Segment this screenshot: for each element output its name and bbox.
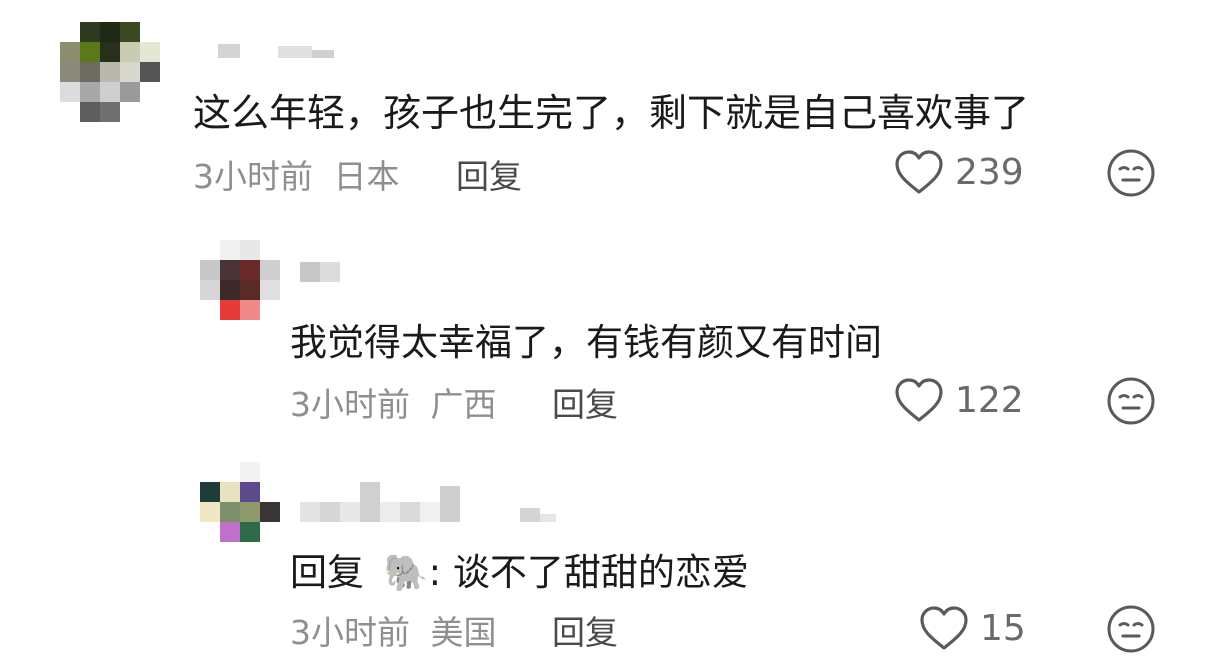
comment-location: 美国	[430, 613, 497, 652]
heart-icon	[893, 376, 945, 424]
avatar-pixel	[100, 82, 120, 102]
avatar-pixel	[200, 482, 220, 502]
avatar-pixel	[240, 462, 260, 482]
heart-icon	[918, 604, 970, 652]
avatar-pixel	[120, 42, 140, 62]
like-count: 15	[980, 607, 1026, 649]
heart-icon	[893, 148, 945, 196]
avatar-pixel	[200, 300, 220, 320]
avatar-pixel	[80, 62, 100, 82]
avatar-pixel	[140, 22, 160, 42]
avatar-pixel	[260, 300, 280, 320]
avatar-pixel	[100, 22, 120, 42]
avatar-pixel	[200, 502, 220, 522]
avatar-pixel	[80, 82, 100, 102]
comment-time: 3小时前	[193, 157, 313, 196]
avatar-pixel	[60, 22, 80, 42]
avatar-pixel	[260, 482, 280, 502]
avatar[interactable]	[200, 240, 280, 320]
avatar-pixel	[120, 62, 140, 82]
unamused-face-icon	[1107, 377, 1155, 425]
avatar-pixel	[100, 62, 120, 82]
like-button[interactable]: 15	[918, 604, 1026, 652]
avatar-pixel	[120, 82, 140, 102]
avatar-pixel	[80, 42, 100, 62]
comment-text: 回复 🐘: 谈不了甜甜的恋爱	[290, 542, 749, 596]
avatar-pixel	[200, 522, 220, 542]
avatar-pixel	[200, 260, 220, 280]
avatar[interactable]	[60, 22, 160, 122]
elephant-icon[interactable]: 🐘	[384, 552, 429, 594]
avatar-pixel	[220, 280, 240, 300]
avatar-pixel	[220, 260, 240, 280]
avatar-pixel	[260, 522, 280, 542]
avatar-pixel	[240, 240, 260, 260]
avatar-pixel	[240, 260, 260, 280]
like-button[interactable]: 239	[893, 148, 1024, 196]
avatar-pixel	[140, 82, 160, 102]
avatar-pixel	[200, 240, 220, 260]
avatar-pixel	[120, 22, 140, 42]
like-count: 122	[955, 379, 1024, 421]
avatar-pixel	[220, 300, 240, 320]
avatar-pixel	[60, 102, 80, 122]
avatar-pixel	[140, 102, 160, 122]
avatar-pixel	[140, 62, 160, 82]
username-blurred[interactable]	[218, 38, 334, 58]
comment-meta: 3小时前 美国	[290, 606, 497, 654]
dislike-button[interactable]	[1106, 604, 1156, 654]
avatar-pixel	[220, 482, 240, 502]
comment-time: 3小时前	[290, 385, 410, 424]
reply-button[interactable]: 回复	[552, 606, 618, 654]
comment-text: 这么年轻，孩子也生完了，剩下就是自己喜欢事了	[193, 91, 1030, 135]
avatar-pixel	[80, 102, 100, 122]
reply-button[interactable]: 回复	[456, 150, 522, 198]
avatar-pixel	[220, 522, 240, 542]
avatar-pixel	[240, 300, 260, 320]
avatar-pixel	[220, 462, 240, 482]
avatar-pixel	[60, 42, 80, 62]
like-count: 239	[955, 151, 1024, 193]
avatar-pixel	[240, 482, 260, 502]
comment-location: 日本	[333, 157, 400, 196]
avatar-pixel	[220, 502, 240, 522]
like-button[interactable]: 122	[893, 376, 1024, 424]
avatar-pixel	[80, 22, 100, 42]
avatar-pixel	[260, 462, 280, 482]
avatar[interactable]	[200, 462, 280, 542]
comment-meta: 3小时前 广西	[290, 378, 497, 426]
avatar-pixel	[220, 240, 240, 260]
dislike-button[interactable]	[1106, 376, 1156, 426]
unamused-face-icon	[1107, 149, 1155, 197]
avatar-pixel	[200, 280, 220, 300]
comment-time: 3小时前	[290, 613, 410, 652]
avatar-pixel	[260, 260, 280, 280]
avatar-pixel	[240, 502, 260, 522]
avatar-pixel	[200, 462, 220, 482]
comment-text: 我觉得太幸福了，有钱有颜又有时间	[290, 321, 882, 364]
username-blurred[interactable]	[300, 262, 340, 282]
comment-meta: 3小时前 日本	[193, 150, 400, 198]
avatar-pixel	[140, 42, 160, 62]
avatar-pixel	[260, 240, 280, 260]
avatar-pixel	[100, 102, 120, 122]
avatar-pixel	[240, 522, 260, 542]
avatar-pixel	[260, 280, 280, 300]
reply-prefix: 回复	[290, 551, 364, 594]
unamused-face-icon	[1107, 605, 1155, 653]
avatar-pixel	[60, 62, 80, 82]
comment-location: 广西	[430, 385, 497, 424]
avatar-pixel	[120, 102, 140, 122]
username-blurred[interactable]	[300, 482, 556, 522]
avatar-pixel	[60, 82, 80, 102]
reply-text: : 谈不了甜甜的恋爱	[428, 551, 749, 594]
dislike-button[interactable]	[1106, 148, 1156, 198]
avatar-pixel	[260, 502, 280, 522]
reply-button[interactable]: 回复	[552, 378, 618, 426]
avatar-pixel	[240, 280, 260, 300]
avatar-pixel	[100, 42, 120, 62]
